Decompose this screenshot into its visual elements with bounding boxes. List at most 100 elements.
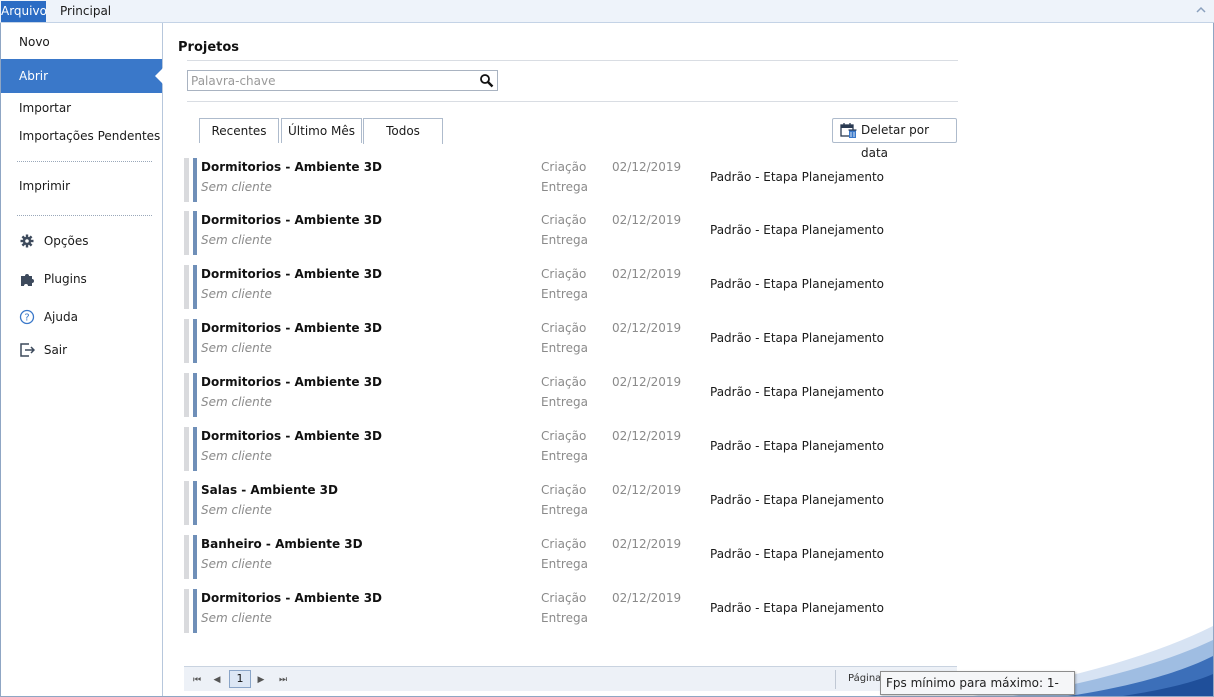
sidebar-item-label: Abrir: [19, 69, 49, 83]
project-row[interactable]: Banheiro - Ambiente 3D Sem cliente Criaç…: [184, 535, 964, 579]
sidebar-item-label: Importar: [19, 101, 72, 115]
sidebar-divider: [17, 161, 152, 162]
row-marker: [193, 481, 197, 525]
row-marker: [193, 535, 197, 579]
sidebar-item-novo[interactable]: Novo: [1, 31, 162, 53]
row-marker: [193, 265, 197, 309]
first-page-icon[interactable]: ⏮: [189, 672, 205, 688]
puzzle-icon: [21, 273, 34, 286]
project-row[interactable]: Dormitorios - Ambiente 3D Sem cliente Cr…: [184, 211, 964, 255]
project-client: Sem cliente: [201, 557, 272, 571]
tab-principal[interactable]: Principal: [56, 1, 115, 22]
project-name: Dormitorios - Ambiente 3D: [201, 267, 383, 281]
project-row[interactable]: Dormitorios - Ambiente 3D Sem cliente Cr…: [184, 427, 964, 471]
project-row[interactable]: Salas - Ambiente 3D Sem cliente Criação …: [184, 481, 964, 525]
sidebar-item-importacoes-pendentes[interactable]: Importações Pendentes: [1, 125, 162, 147]
delivery-label: Entrega: [541, 233, 588, 247]
project-name: Salas - Ambiente 3D: [201, 483, 338, 497]
created-date: 02/12/2019: [612, 483, 682, 497]
row-marker: [184, 211, 189, 255]
project-client: Sem cliente: [201, 287, 272, 301]
tab-ultimo-mes[interactable]: Último Mês: [281, 118, 362, 143]
page-label: Página: [848, 673, 882, 684]
calendar-delete-icon: [840, 123, 857, 138]
created-date: 02/12/2019: [612, 429, 682, 443]
gear-icon: [20, 234, 34, 247]
row-marker: [184, 158, 189, 202]
project-row[interactable]: Dormitorios - Ambiente 3D Sem cliente Cr…: [184, 373, 964, 417]
sidebar-item-abrir[interactable]: Abrir: [1, 59, 163, 93]
created-label: Criação: [541, 267, 587, 281]
project-name: Dormitorios - Ambiente 3D: [201, 375, 383, 389]
sidebar-divider: [17, 215, 152, 216]
created-date: 02/12/2019: [612, 321, 682, 335]
row-marker: [184, 589, 189, 633]
backstage-menu: Novo Abrir Importar Importações Pendente…: [1, 23, 163, 696]
project-name: Dormitorios - Ambiente 3D: [201, 429, 383, 443]
created-label: Criação: [541, 160, 587, 174]
exit-icon: [20, 342, 35, 357]
project-stage: Padrão - Etapa Planejamento: [710, 547, 885, 561]
page-title: Projetos: [178, 40, 240, 55]
tab-recentes[interactable]: Recentes: [199, 118, 279, 143]
project-row[interactable]: Dormitorios - Ambiente 3D Sem cliente Cr…: [184, 319, 964, 363]
pager-separator: [835, 670, 836, 689]
created-date: 02/12/2019: [612, 591, 682, 605]
project-stage: Padrão - Etapa Planejamento: [710, 277, 885, 291]
project-stage: Padrão - Etapa Planejamento: [710, 170, 885, 184]
row-marker: [193, 589, 197, 633]
project-name: Dormitorios - Ambiente 3D: [201, 213, 383, 227]
tab-arquivo[interactable]: Arquivo: [1, 1, 47, 22]
project-client: Sem cliente: [201, 180, 272, 194]
delivery-label: Entrega: [541, 449, 588, 463]
delivery-label: Entrega: [541, 341, 588, 355]
row-marker: [184, 373, 189, 417]
project-name: Dormitorios - Ambiente 3D: [201, 160, 383, 174]
last-page-icon[interactable]: ⏭: [275, 672, 291, 688]
delivery-label: Entrega: [541, 611, 588, 625]
project-stage: Padrão - Etapa Planejamento: [710, 385, 885, 399]
row-marker: [184, 481, 189, 525]
project-row[interactable]: Dormitorios - Ambiente 3D Sem cliente Cr…: [184, 589, 964, 633]
sidebar-item-imprimir[interactable]: Imprimir: [1, 175, 162, 197]
prev-page-icon[interactable]: ◀: [209, 672, 225, 688]
help-icon: ?: [19, 309, 35, 324]
collapse-ribbon-icon[interactable]: [1194, 3, 1208, 17]
row-marker: [193, 373, 197, 417]
project-client: Sem cliente: [201, 611, 272, 625]
sidebar-item-label: Plugins: [43, 272, 87, 286]
title-divider: [187, 60, 958, 61]
sidebar-item-label: Ajuda: [43, 310, 78, 324]
created-label: Criação: [541, 429, 587, 443]
row-marker: [193, 158, 197, 202]
sidebar-item-importar[interactable]: Importar: [1, 97, 162, 119]
sidebar-item-opcoes[interactable]: Opções: [1, 230, 162, 252]
sidebar-item-plugins[interactable]: Plugins: [1, 268, 162, 290]
created-label: Criação: [541, 321, 587, 335]
project-name: Dormitorios - Ambiente 3D: [201, 321, 383, 335]
sidebar-item-label: Importações Pendentes: [19, 129, 161, 143]
tab-todos[interactable]: Todos: [363, 118, 443, 144]
project-row[interactable]: Dormitorios - Ambiente 3D Sem cliente Cr…: [184, 158, 964, 202]
delivery-label: Entrega: [541, 395, 588, 409]
next-page-icon[interactable]: ▶: [253, 672, 269, 688]
sidebar-item-sair[interactable]: Sair: [1, 339, 162, 361]
row-marker: [184, 427, 189, 471]
delivery-label: Entrega: [541, 180, 588, 194]
project-name: Dormitorios - Ambiente 3D: [201, 591, 383, 605]
delivery-label: Entrega: [541, 557, 588, 571]
sidebar-item-label: Sair: [43, 343, 68, 357]
created-label: Criação: [541, 483, 587, 497]
project-client: Sem cliente: [201, 341, 272, 355]
project-row[interactable]: Dormitorios - Ambiente 3D Sem cliente Cr…: [184, 265, 964, 309]
delete-by-date-button[interactable]: Deletar por data: [832, 118, 957, 160]
sidebar-item-label: Novo: [19, 35, 50, 49]
search-input[interactable]: [191, 72, 471, 89]
current-page[interactable]: 1: [229, 670, 251, 688]
search-box[interactable]: [187, 70, 498, 91]
project-stage: Padrão - Etapa Planejamento: [710, 223, 885, 237]
sidebar-item-ajuda[interactable]: ? Ajuda: [1, 306, 162, 328]
search-icon[interactable]: [479, 73, 494, 88]
svg-text:?: ?: [24, 312, 29, 323]
created-date: 02/12/2019: [612, 375, 682, 389]
